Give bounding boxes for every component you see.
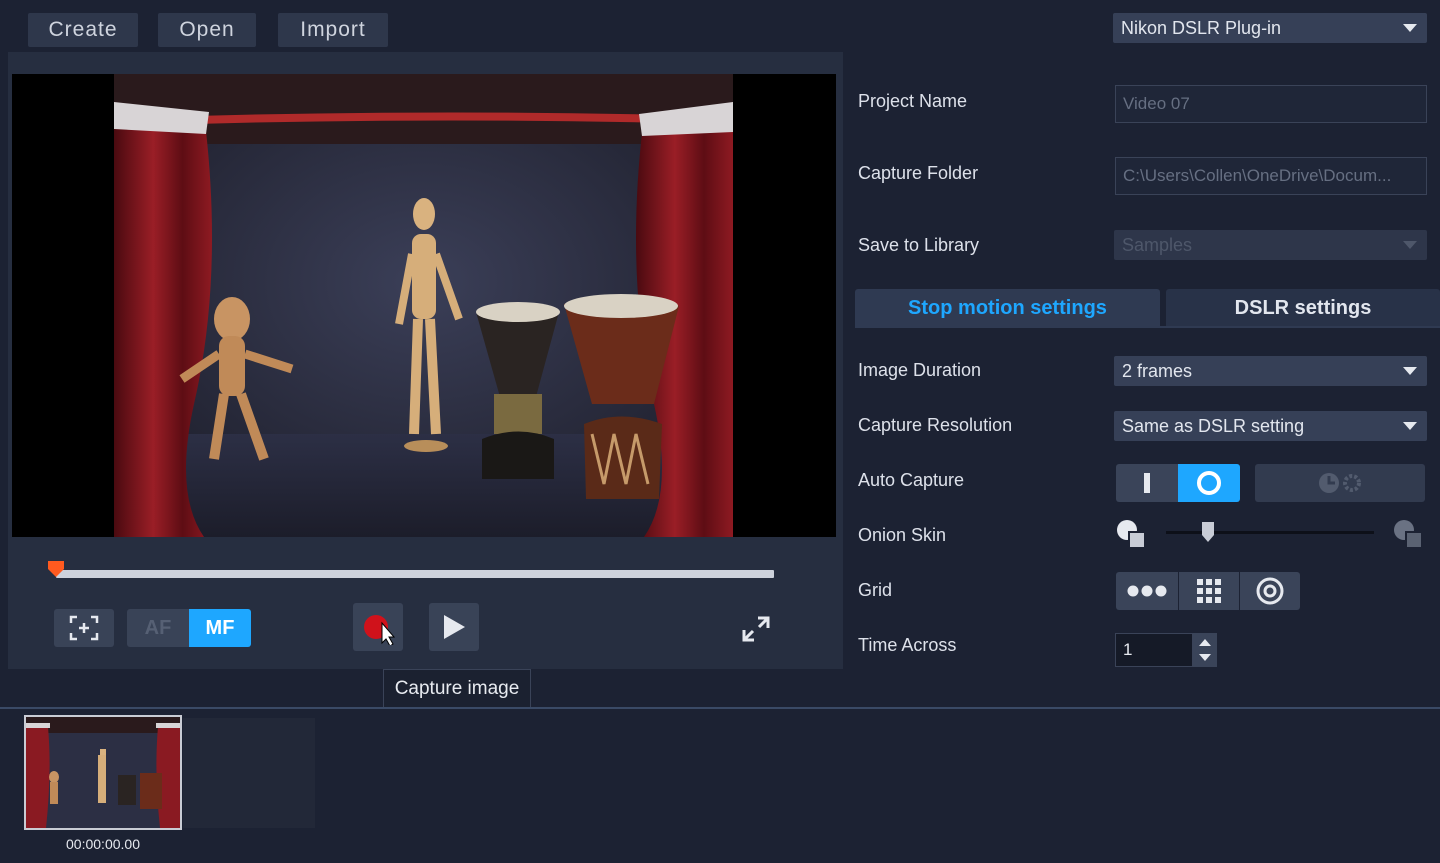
scrub-bar[interactable] (56, 570, 774, 578)
source-dropdown-value: Nikon DSLR Plug-in (1121, 17, 1282, 38)
fullscreen-icon[interactable] (740, 614, 772, 644)
dots-icon (1127, 585, 1167, 597)
capture-button[interactable] (353, 603, 403, 651)
image-duration-dropdown[interactable]: 2 frames (1114, 356, 1427, 386)
capture-resolution-dropdown[interactable]: Same as DSLR setting (1114, 411, 1427, 441)
time-across-label: Time Across (858, 635, 957, 655)
capture-folder-label: Capture Folder (858, 163, 979, 183)
source-dropdown[interactable]: Nikon DSLR Plug-in (1113, 13, 1427, 43)
timeline-clip-thumbnail[interactable] (24, 715, 182, 830)
auto-capture-label: Auto Capture (858, 470, 965, 490)
save-to-library-value: Samples (1122, 234, 1193, 255)
onion-skin-min-icon (1117, 520, 1146, 549)
grid-label: Grid (858, 580, 893, 600)
save-to-library-dropdown[interactable]: Samples (1114, 230, 1427, 260)
clip-timecode: 00:00:00.00 (66, 836, 140, 852)
zoom-fit-button[interactable] (54, 609, 114, 647)
record-icon (364, 615, 396, 645)
chevron-down-icon (1403, 367, 1417, 375)
focus-frame-icon (69, 615, 99, 641)
tab-divider (855, 326, 1440, 328)
grid-icon (1197, 579, 1221, 603)
clip-thumbnail-image (26, 717, 180, 828)
chevron-down-icon (1403, 24, 1417, 32)
timeline-divider (0, 707, 1440, 709)
grid-target-button[interactable] (1240, 572, 1300, 610)
onion-skin-label: Onion Skin (858, 525, 947, 545)
tab-dslr-settings[interactable]: DSLR settings (1166, 289, 1440, 327)
onion-skin-max-icon (1394, 520, 1423, 549)
stepper-arrows-icon (1199, 639, 1211, 661)
bar-icon (1144, 473, 1150, 493)
save-to-library-label: Save to Library (858, 235, 980, 255)
grid-lines-button[interactable] (1179, 572, 1239, 610)
auto-capture-off-button[interactable] (1178, 464, 1240, 502)
chevron-down-icon (1403, 241, 1417, 249)
onion-skin-slider-thumb[interactable] (1200, 521, 1216, 543)
auto-capture-on-button[interactable] (1116, 464, 1178, 502)
grid-off-button[interactable] (1116, 572, 1178, 610)
capture-folder-input[interactable]: C:\Users\Collen\OneDrive\Docum... (1115, 157, 1427, 195)
time-across-stepper[interactable] (1193, 633, 1217, 667)
timeline-empty-slot (183, 718, 315, 828)
auto-capture-timer-button[interactable] (1255, 464, 1425, 502)
onion-skin-slider-track[interactable] (1166, 531, 1374, 534)
play-button[interactable] (429, 603, 479, 651)
timer-settings-icon (1319, 473, 1361, 493)
capture-tooltip: Capture image (383, 669, 531, 709)
chevron-down-icon (1403, 422, 1417, 430)
playhead-marker[interactable] (46, 559, 66, 579)
project-name-input[interactable]: Video 07 (1115, 85, 1427, 123)
import-button[interactable]: Import (278, 13, 388, 47)
capture-resolution-label: Capture Resolution (858, 415, 1013, 435)
circle-icon (1197, 471, 1221, 495)
image-duration-label: Image Duration (858, 360, 982, 380)
autofocus-button[interactable]: AF (127, 609, 189, 647)
image-duration-value: 2 frames (1122, 360, 1193, 381)
open-button[interactable]: Open (158, 13, 256, 47)
manual-focus-button[interactable]: MF (189, 609, 251, 647)
camera-feed-image (114, 74, 733, 537)
target-icon (1256, 577, 1284, 605)
play-icon (444, 615, 465, 639)
capture-resolution-value: Same as DSLR setting (1122, 415, 1305, 436)
create-button[interactable]: Create (28, 13, 138, 47)
project-name-label: Project Name (858, 91, 968, 111)
tab-stop-motion-settings[interactable]: Stop motion settings (855, 289, 1160, 327)
time-across-input[interactable]: 1 (1115, 633, 1193, 667)
